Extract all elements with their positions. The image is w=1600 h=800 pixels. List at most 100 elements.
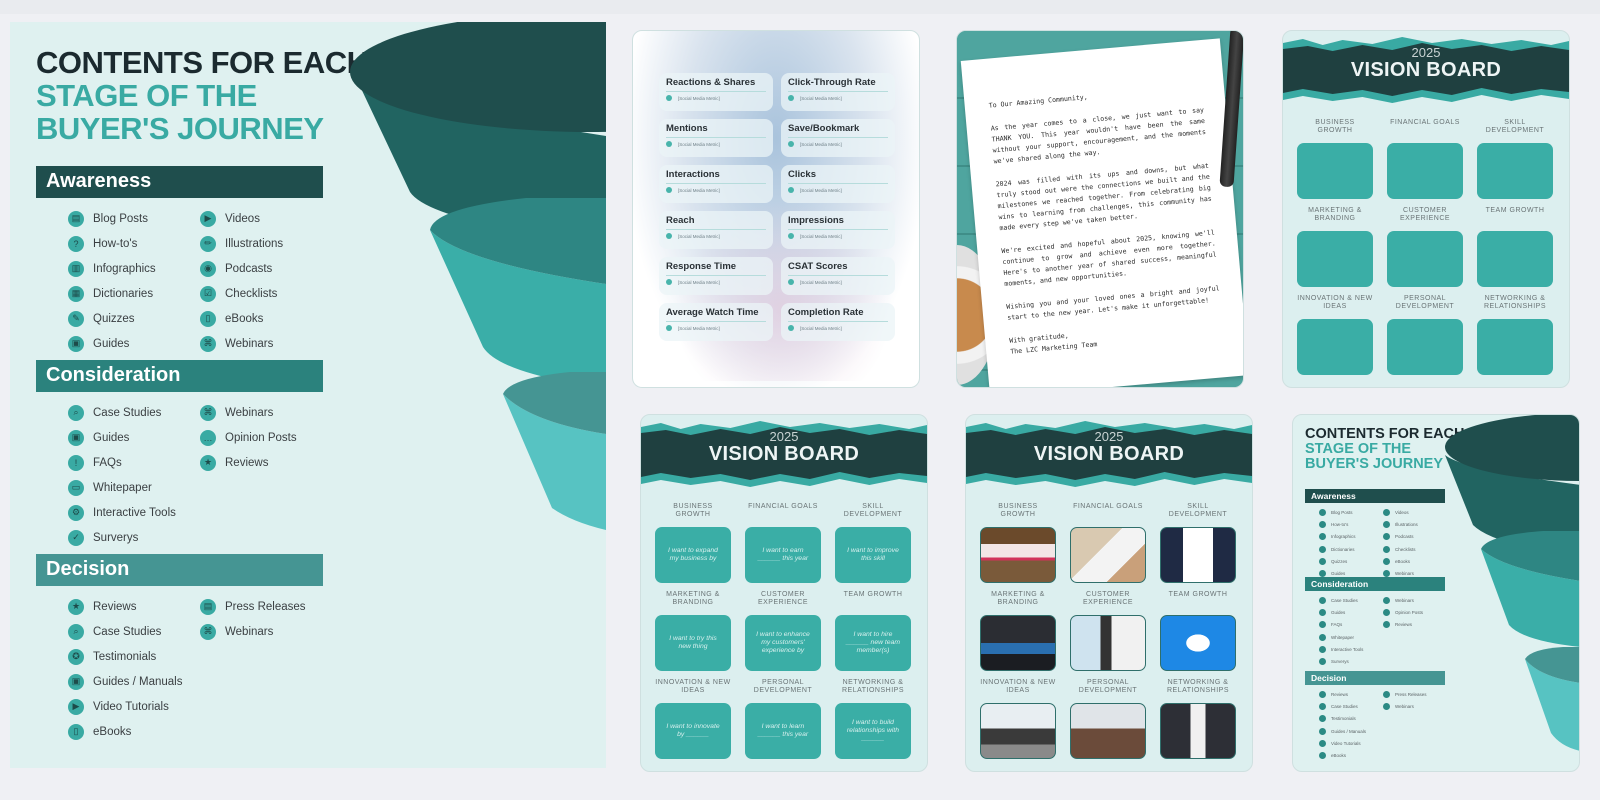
goal-prompt-box[interactable]: I want to hire ______ new team member(s): [835, 615, 911, 671]
metric-name: Save/Bookmark: [788, 123, 860, 134]
photo-video-editing-timeline[interactable]: [980, 615, 1056, 671]
goal-prompt-box[interactable]: I want to try this new thing: [655, 615, 731, 671]
metric-name: Clicks: [788, 169, 816, 180]
bullet-dot-icon: [788, 95, 794, 101]
goal-prompt-box[interactable]: I want to earn ______ this year: [745, 527, 821, 583]
social-media-metrics-card[interactable]: Reactions & Shares [Social Media Metric] C…: [632, 30, 920, 388]
goal-prompt-box[interactable]: I want to build relationships with _____…: [835, 703, 911, 759]
mini-title-line-2: STAGE OF THE: [1305, 441, 1412, 457]
buyers-journey-card-large[interactable]: CONTENTS FOR EACH STAGE OF THE BUYER'S J…: [10, 22, 606, 768]
thank-you-letter-card[interactable]: To Our Amazing Community, As the year co…: [956, 30, 1244, 388]
category-label: PERSONAL DEVELOPMENT: [1395, 295, 1455, 310]
empty-goal-box[interactable]: [1297, 319, 1373, 375]
goal-prompt-box[interactable]: I want to innovate by ______: [655, 703, 731, 759]
content-type-item: ⌘ Webinars: [200, 400, 320, 425]
vision-board-cell: PERSONAL DEVELOPMENT I want to learn ____…: [745, 679, 821, 759]
tools-icon: [1319, 645, 1326, 653]
mini-title-line-1: CONTENTS FOR EACH: [1305, 426, 1465, 442]
content-type-label: Guides: [93, 431, 130, 444]
content-type-label: eBooks: [225, 312, 264, 325]
book-icon: ▦: [68, 285, 84, 302]
category-label: NETWORKING & RELATIONSHIPS: [1167, 679, 1229, 694]
goal-prompt-box[interactable]: I want to enhance my customers' experien…: [745, 615, 821, 671]
guide-icon: [1319, 608, 1326, 616]
photo-business-handshake[interactable]: [1160, 703, 1236, 759]
empty-goal-box[interactable]: [1387, 231, 1463, 287]
vision-board-header: 2025 VISION BOARD: [966, 415, 1252, 487]
vision-board-cell: TEAM GROWTH: [1160, 591, 1236, 671]
content-type-item: ☑ Checklists: [200, 281, 320, 306]
vision-board-cell: FINANCIAL GOALS I want to earn ______ thi…: [745, 503, 821, 583]
empty-goal-box[interactable]: [1477, 231, 1553, 287]
category-label: PERSONAL DEVELOPMENT: [753, 679, 813, 694]
empty-goal-box[interactable]: [1297, 143, 1373, 199]
pencil-icon: [1383, 520, 1390, 528]
mini-content-type-label: Videos: [1395, 509, 1409, 515]
metric-value-row: [Social Media Metric]: [666, 137, 766, 147]
category-label: TEAM GROWTH: [1168, 591, 1228, 598]
mini-content-type-item: Press Releases: [1383, 688, 1443, 700]
mini-funnel-graphic: [1445, 415, 1579, 751]
photo-opening-soon-storefront[interactable]: [980, 527, 1056, 583]
empty-goal-box[interactable]: [1387, 143, 1463, 199]
content-type-item: ▯ eBooks: [200, 306, 320, 331]
mini-content-type-item: Reviews: [1319, 688, 1383, 700]
category-label: NETWORKING & RELATIONSHIPS: [842, 679, 904, 694]
content-type-label: eBooks: [93, 725, 132, 738]
metric-name: Interactions: [666, 169, 720, 180]
ebook-icon: [1319, 752, 1326, 760]
mini-content-type-label: Case Studies: [1331, 703, 1358, 709]
metric-name: CSAT Scores: [788, 261, 848, 272]
magnifier-icon: [1319, 596, 1326, 604]
content-type-label: Whitepaper: [93, 481, 152, 494]
content-type-item: ? How-to's: [68, 231, 200, 256]
bullet-dot-icon: [788, 233, 794, 239]
empty-goal-box[interactable]: [1297, 231, 1373, 287]
content-type-item: ▶ Video Tutorials: [68, 694, 200, 719]
vision-board-card-prompts[interactable]: 2025 VISION BOARD BUSINESS GROWTH I want to…: [640, 414, 928, 772]
vision-board-card-blank[interactable]: 2025 VISION BOARD BUSINESS GROWTH FINANCIAL…: [1282, 30, 1570, 388]
quiz-icon: [1319, 557, 1326, 565]
vision-board-cell: BUSINESS GROWTH I want to expand my busin…: [655, 503, 731, 583]
content-type-item: ✎ Quizzes: [68, 306, 200, 331]
goal-prompt-box[interactable]: I want to improve this skill: [835, 527, 911, 583]
content-type-label: Guides: [93, 337, 130, 350]
mini-content-type-item: Guides: [1319, 606, 1383, 618]
photo-tablet-with-bar-chart[interactable]: [1070, 527, 1146, 583]
mini-content-type-label: Guides / Manuals: [1331, 728, 1367, 734]
mini-content-type-item: Video Tutorials: [1319, 737, 1383, 749]
category-label: PERSONAL DEVELOPMENT: [1078, 679, 1138, 694]
vision-board-card-photos[interactable]: 2025 VISION BOARD BUSINESS GROWTH FINANCIAL…: [965, 414, 1253, 772]
content-type-item: ▣ Guides: [68, 425, 200, 450]
photo-we-are-hiring-sign[interactable]: [1160, 615, 1236, 671]
photo-person-holding-paper[interactable]: [1160, 527, 1236, 583]
bullet-dot-icon: [788, 279, 794, 285]
category-label: FINANCIAL GOALS: [1390, 119, 1460, 126]
vision-board-cell: MARKETING & BRANDING: [1297, 207, 1373, 287]
empty-goal-box[interactable]: [1477, 143, 1553, 199]
mini-stage-header-decision: Decision: [1305, 671, 1445, 685]
question-icon: ?: [68, 235, 84, 252]
letter-paragraph: We're excited and hopeful about 2025, kn…: [1001, 228, 1217, 289]
photo-business-meeting-handshake[interactable]: [1070, 615, 1146, 671]
content-type-item: ▭ Whitepaper: [68, 475, 200, 500]
photo-person-at-whiteboard[interactable]: [980, 703, 1056, 759]
category-label: MARKETING & BRANDING: [991, 591, 1045, 606]
empty-goal-box[interactable]: [1477, 319, 1553, 375]
mini-content-type-label: eBooks: [1395, 558, 1411, 564]
metric-value-row: [Social Media Metric]: [788, 321, 888, 331]
webinar-icon: ⌘: [200, 404, 216, 421]
empty-goal-box[interactable]: [1387, 319, 1463, 375]
mini-content-type-item: Opinion Posts: [1383, 606, 1443, 618]
metric-value-row: [Social Media Metric]: [788, 137, 888, 147]
goal-prompt-box[interactable]: I want to learn ______ this year: [745, 703, 821, 759]
buyers-journey-card-small[interactable]: CONTENTS FOR EACH STAGE OF THE BUYER'S J…: [1292, 414, 1580, 772]
goal-prompt-box[interactable]: I want to expand my business by: [655, 527, 731, 583]
content-type-label: Webinars: [225, 625, 274, 638]
vision-board-cell: SKILL DEVELOPMENT: [1477, 119, 1553, 199]
photo-conference-audience[interactable]: [1070, 703, 1146, 759]
tools-icon: ⚙: [68, 504, 84, 521]
content-type-item: ⌕ Case Studies: [68, 400, 200, 425]
mini-content-type-label: Podcasts: [1395, 534, 1414, 540]
content-type-item: … Opinion Posts: [200, 425, 320, 450]
